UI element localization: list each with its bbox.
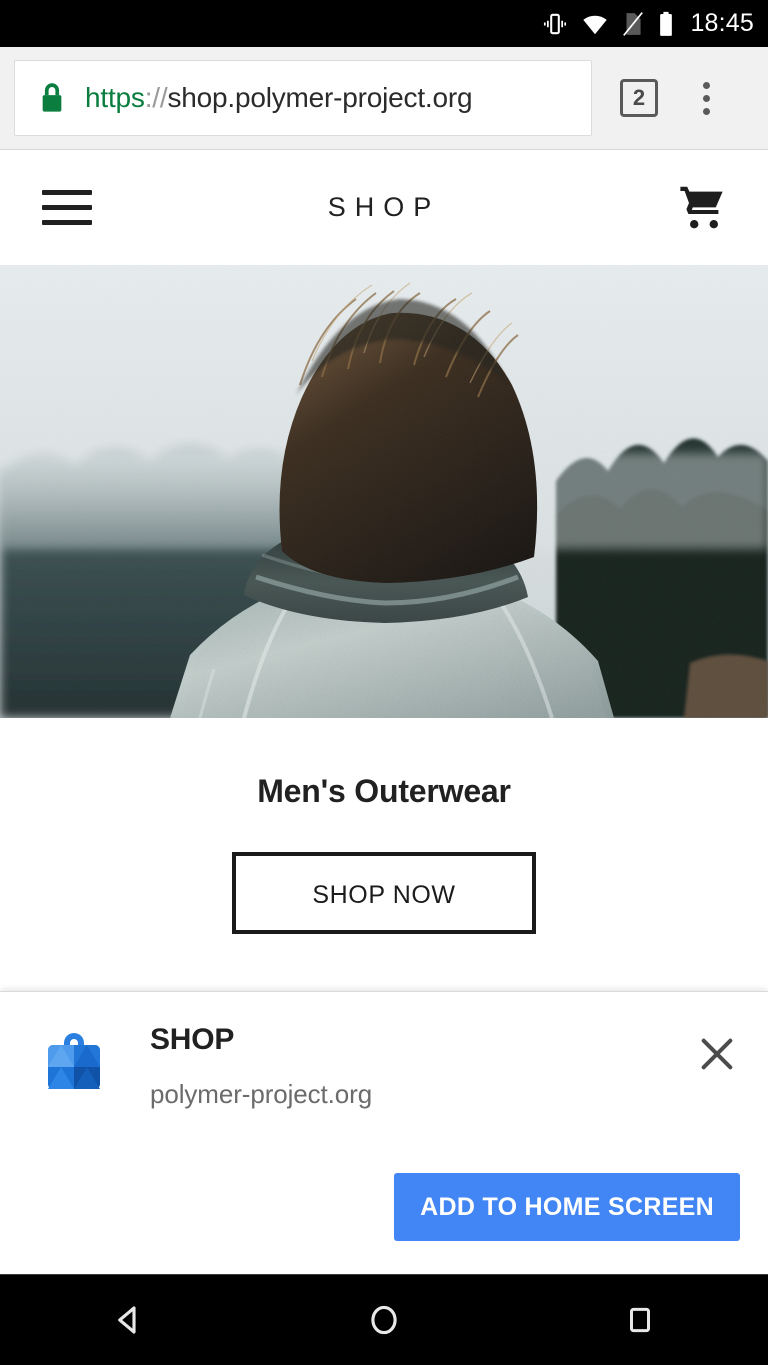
no-sim-icon [622,11,644,37]
overflow-menu-icon[interactable] [686,74,726,122]
category-promo: Men's Outerwear SHOP NOW [0,718,768,934]
back-triangle-icon[interactable] [73,1275,183,1365]
add-to-home-screen-button[interactable]: ADD TO HOME SCREEN [394,1173,740,1241]
category-title: Men's Outerwear [257,773,511,809]
browser-toolbar: https://shop.polymer-project.org 2 [0,47,768,150]
banner-header: SHOP polymer-project.org [0,992,768,1110]
tab-switcher-button[interactable]: 2 [620,79,658,117]
android-navigation-bar [0,1274,768,1365]
menu-dot [702,81,710,89]
wifi-icon [581,11,609,37]
vibrate-icon [542,11,568,37]
hero-artwork [0,265,768,718]
close-icon[interactable] [690,1027,744,1081]
shop-now-button[interactable]: SHOP NOW [232,852,536,934]
home-circle-icon[interactable] [329,1275,439,1365]
web-page-viewport: SHOP Men's Outerwear SHOP NOW [0,150,768,991]
banner-app-origin: polymer-project.org [150,1079,373,1109]
battery-icon [657,11,675,37]
address-bar[interactable]: https://shop.polymer-project.org [14,60,592,136]
phone-screen: 18:45 https://shop.polymer-project.org 2 [0,0,768,1365]
banner-actions: ADD TO HOME SCREEN [394,1173,740,1241]
shopping-bag-app-icon [38,1025,110,1097]
url-text: https://shop.polymer-project.org [85,82,473,114]
page-title: SHOP [327,192,441,222]
menu-dot [702,107,710,115]
banner-text-block: SHOP polymer-project.org [150,1021,690,1110]
url-scheme: https [85,82,145,113]
add-to-home-screen-banner: SHOP polymer-project.org ADD TO HOME SCR… [0,991,768,1274]
menu-dot [702,94,710,102]
shopping-cart-icon[interactable] [674,182,730,234]
recents-square-icon[interactable] [585,1275,695,1365]
hero-image [0,265,768,718]
site-app-bar: SHOP [0,150,768,265]
url-separator: :// [144,82,168,113]
url-host: shop.polymer-project.org [167,82,473,113]
tab-count-label: 2 [632,85,646,110]
android-status-bar: 18:45 [0,0,768,47]
status-bar-clock: 18:45 [690,9,754,37]
banner-app-name: SHOP [150,1023,235,1056]
lock-icon [37,81,67,115]
